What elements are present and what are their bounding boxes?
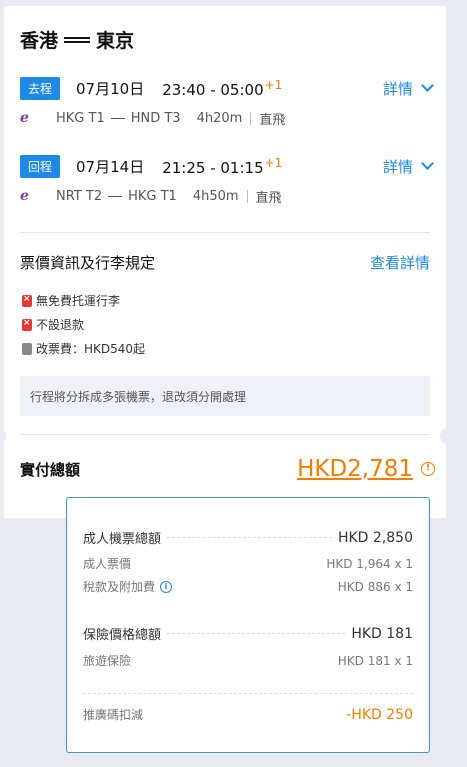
outbound-dep-airport: HKG T1 (56, 110, 105, 126)
travel-insurance-value: HKD 181 x 1 (337, 653, 413, 668)
promo-label: 推廣碼扣減 (83, 708, 144, 722)
divider (250, 111, 252, 125)
outbound-time-range: 23:40 - 05:00 (162, 80, 264, 99)
rule-change-fee-text: 改票費：HKD540起 (36, 342, 146, 356)
adult-total-value: HKD 2,850 (337, 529, 413, 546)
outbound-arr-airport: HND T3 (130, 110, 181, 126)
adult-fare-row: 成人票價 HKD 1,964 x 1 (83, 555, 413, 572)
destination-city: 東京 (96, 30, 135, 52)
divider (246, 189, 248, 203)
info-icon[interactable]: i (160, 580, 173, 593)
route-title: 香港 東京 (20, 26, 134, 53)
inbound-arr-airport: HKG T1 (128, 188, 177, 204)
inbound-time: 21:25 - 01:15+1 (162, 156, 282, 177)
inbound-stops: 直飛 (255, 190, 282, 206)
outbound-date: 07月10日 (76, 79, 145, 98)
view-details-link[interactable]: 查看詳情 (370, 252, 430, 273)
fare-title: 票價資訊及行李規定 (20, 254, 156, 272)
ticket-notch-right (440, 428, 452, 444)
outbound-duration: 4h20m (196, 110, 243, 126)
inbound-segment: 回程 07月14日 21:25 - 01:15+1 詳情 e NRT T2 HK… (20, 154, 434, 206)
outbound-time: 23:40 - 05:00+1 (162, 78, 282, 99)
inbound-day-offset: +1 (264, 155, 283, 170)
outbound-badge: 去程 (20, 76, 61, 100)
promo-value: -HKD 250 (346, 706, 413, 723)
route-dash (110, 117, 125, 119)
info-icon[interactable]: ! (421, 462, 435, 476)
insurance-total-row: 保險價格總額 HKD 181 (83, 624, 413, 644)
promo-row: 推廣碼扣減 -HKD 250 (83, 706, 413, 723)
tax-value: HKD 886 x 1 (337, 579, 413, 594)
tax-row: 稅款及附加費 i HKD 886 x 1 (83, 578, 413, 595)
outbound-details-label: 詳情 (382, 79, 413, 98)
change-fee-icon (22, 342, 32, 355)
outbound-details-button[interactable]: 詳情 (382, 78, 434, 99)
flight-summary-card: 香港 東京 去程 07月10日 23:40 - 05:00+1 詳情 e HKG… (4, 6, 446, 518)
route-arrow-icon (64, 36, 91, 44)
adult-total-label: 成人機票總額 (83, 532, 162, 547)
inbound-duration: 4h50m (192, 188, 239, 204)
insurance-total-value: HKD 181 (351, 625, 413, 642)
insurance-total-label: 保險價格總額 (83, 628, 162, 643)
no-refund-icon (22, 318, 32, 331)
airline-logo-icon: e (20, 188, 29, 204)
chevron-down-icon (421, 157, 434, 170)
dotted-leader (167, 537, 332, 538)
rule-refund: 不設退款 (22, 316, 84, 333)
travel-insurance-row: 旅遊保險 HKD 181 x 1 (83, 652, 413, 669)
rule-baggage-text: 無免費托運行李 (36, 294, 121, 308)
chevron-down-icon (421, 79, 434, 92)
outbound-day-offset: +1 (264, 77, 283, 92)
fare-header: 票價資訊及行李規定 查看詳情 (20, 252, 430, 273)
adult-fare-label: 成人票價 (83, 557, 132, 571)
section-divider (20, 434, 430, 435)
travel-insurance-label: 旅遊保險 (83, 654, 132, 668)
airline-logo-icon: e (20, 110, 29, 126)
route-dash (108, 195, 123, 197)
rule-baggage: 無免費托運行李 (22, 292, 120, 309)
dotted-leader (167, 633, 346, 634)
inbound-details-label: 詳情 (382, 157, 413, 176)
inbound-time-range: 21:25 - 01:15 (162, 158, 264, 177)
inbound-details-button[interactable]: 詳情 (382, 156, 434, 177)
price-breakdown-popup: 成人機票總額 HKD 2,850 成人票價 HKD 1,964 x 1 稅款及附… (66, 497, 430, 753)
outbound-segment: 去程 07月10日 23:40 - 05:00+1 詳情 e HKG T1 HN… (20, 76, 434, 128)
origin-city: 香港 (20, 30, 59, 52)
inbound-dep-airport: NRT T2 (56, 188, 103, 204)
total-amount-button[interactable]: HKD2,781 (297, 456, 413, 482)
adult-fare-value: HKD 1,964 x 1 (326, 556, 413, 571)
outbound-stops: 直飛 (259, 112, 286, 128)
inbound-badge: 回程 (20, 154, 61, 178)
tax-label: 稅款及附加費 (83, 580, 156, 594)
section-divider (20, 232, 430, 233)
adult-total-row: 成人機票總額 HKD 2,850 (83, 528, 413, 548)
rule-refund-text: 不設退款 (36, 318, 85, 332)
rule-change-fee: 改票費：HKD540起 (22, 340, 145, 357)
split-ticket-notice: 行程將分拆成多張機票，退改須分開處理 (20, 376, 430, 416)
total-row: 實付總額 HKD2,781 ! (20, 456, 435, 482)
inbound-date: 07月14日 (76, 157, 145, 176)
total-label: 實付總額 (20, 460, 81, 479)
luggage-red-icon (22, 294, 32, 307)
breakdown-divider (83, 693, 413, 694)
